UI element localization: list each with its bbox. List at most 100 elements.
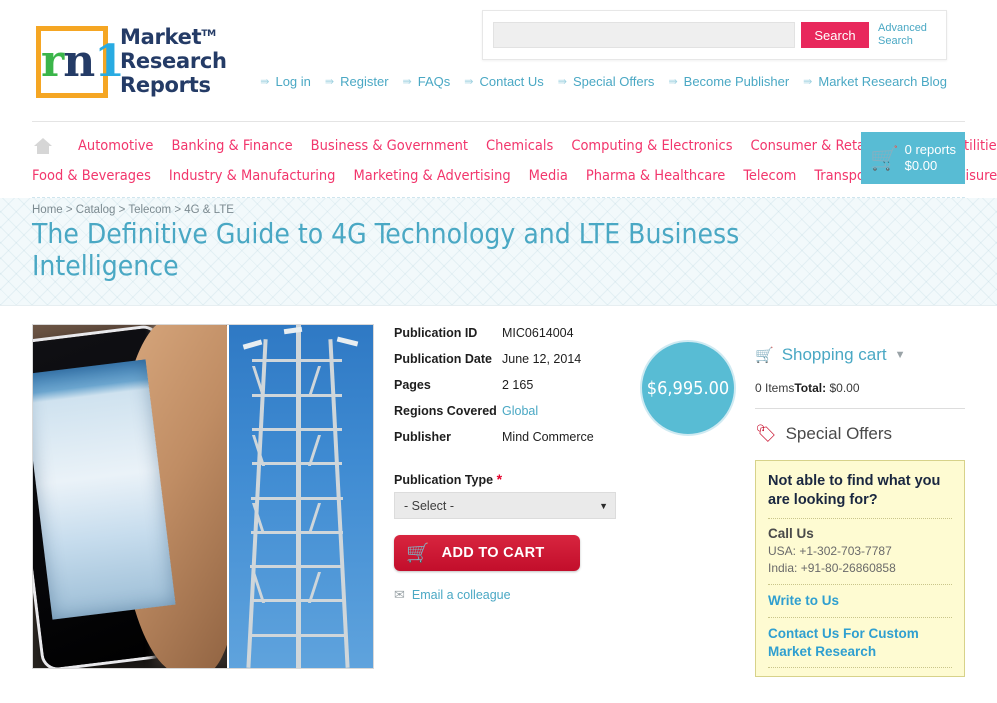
price-value: $6,995.00 xyxy=(646,377,730,399)
advanced-search-link[interactable]: Advanced Search xyxy=(878,22,936,47)
cart-total-value: $0.00 xyxy=(829,381,860,395)
page-root: rn1 MarketTM Research Reports Search Adv… xyxy=(0,0,997,703)
spec-value: MIC0614004 xyxy=(502,326,574,340)
home-icon[interactable] xyxy=(32,136,54,156)
table-row: Publication ID MIC0614004 xyxy=(394,326,629,352)
nav-item-automotive[interactable]: Automotive xyxy=(78,138,153,154)
publication-type-select[interactable]: - Select - ▼ xyxy=(394,492,616,520)
custom-research-link[interactable]: Contact Us For Custom Market Research xyxy=(768,625,952,660)
search-input[interactable] xyxy=(493,22,795,48)
arrow-icon: ⇛ xyxy=(402,76,412,88)
toplink-become-publisher[interactable]: ⇛ Become Publisher xyxy=(668,74,789,89)
toplink-special-offers[interactable]: ⇛ Special Offers xyxy=(558,74,655,89)
special-offers-header[interactable]: 🏷 Special Offers xyxy=(755,424,965,444)
smartphone-photo xyxy=(33,325,227,668)
toplink-label: Become Publisher xyxy=(683,74,790,89)
nav-item-business-government[interactable]: Business & Government xyxy=(311,138,468,154)
table-row: Publication Date June 12, 2014 xyxy=(394,352,629,378)
site-logo[interactable]: rn1 MarketTM Research Reports xyxy=(36,26,227,98)
cart-items-count: 0 Items xyxy=(755,381,795,395)
toplink-label: Market Research Blog xyxy=(818,74,947,89)
nav-item-computing-electronics[interactable]: Computing & Electronics xyxy=(571,138,732,154)
spec-value: June 12, 2014 xyxy=(502,351,582,366)
logo-line-1: Market xyxy=(120,25,202,50)
cart-summary: 0 ItemsTotal: $0.00 xyxy=(755,381,965,409)
help-box-title: Not able to find what you are looking fo… xyxy=(768,472,952,519)
write-to-us-section: Write to Us xyxy=(768,585,952,619)
table-row: Regions Covered Global xyxy=(394,404,629,430)
envelope-icon: ✉ xyxy=(394,587,405,603)
logo-trademark-icon: TM xyxy=(201,29,216,40)
toplink-contact-us[interactable]: ⇛ Contact Us xyxy=(464,74,544,89)
write-to-us-link[interactable]: Write to Us xyxy=(768,592,952,610)
publication-type-label-text: Publication Type xyxy=(394,473,494,488)
page-title: The Definitive Guide to 4G Technology an… xyxy=(32,217,740,283)
header-cart-text: 0 reports $0.00 xyxy=(905,142,956,175)
spec-key: Pages xyxy=(394,377,431,392)
shopping-cart-icon: 🛒 xyxy=(755,347,774,364)
toplink-label: Log in xyxy=(275,74,311,89)
toplink-market-research-blog[interactable]: ⇛ Market Research Blog xyxy=(803,74,947,89)
product-details-column: Publication ID MIC0614004 Publication Da… xyxy=(374,324,629,669)
india-phone: India: +91-80-26860858 xyxy=(768,561,896,576)
spec-key: Publication Date xyxy=(394,351,492,366)
regions-covered-link[interactable]: Global xyxy=(502,404,538,418)
top-links: ⇛ Log in ⇛ Register ⇛ FAQs ⇛ Contact Us … xyxy=(260,74,947,89)
header-cart-count: 0 reports xyxy=(904,141,956,157)
search-button[interactable]: Search xyxy=(801,22,869,48)
toplink-faqs[interactable]: ⇛ FAQs xyxy=(403,74,451,89)
nav-item-marketing-advertising[interactable]: Marketing & Advertising xyxy=(353,168,510,184)
nav-item-chemicals[interactable]: Chemicals xyxy=(486,138,553,154)
spec-value-link: Global xyxy=(502,404,629,430)
product-image-column xyxy=(32,324,374,669)
arrow-icon: ⇛ xyxy=(260,76,270,88)
add-to-cart-button[interactable]: 🛒 ADD TO CART xyxy=(394,535,580,572)
chevron-down-icon[interactable]: ▼ xyxy=(895,349,906,361)
table-row: Publisher Mind Commerce xyxy=(394,430,629,456)
help-box: Not able to find what you are looking fo… xyxy=(755,460,965,678)
shopping-cart-title: Shopping cart xyxy=(781,345,887,364)
arrow-icon: ⇛ xyxy=(668,76,678,88)
logo-letter-m: rn1 xyxy=(41,36,125,87)
nav-item-industry-manufacturing[interactable]: Industry & Manufacturing xyxy=(169,168,336,184)
tower-structure-icon xyxy=(240,325,361,668)
shopping-cart-icon: 🛒 xyxy=(870,144,899,171)
site-header: rn1 MarketTM Research Reports Search Adv… xyxy=(32,0,965,122)
header-cart-widget[interactable]: 🛒 0 reports $0.00 xyxy=(861,132,965,184)
nav-item-food-beverages[interactable]: Food & Beverages xyxy=(32,168,151,184)
arrow-icon: ⇛ xyxy=(324,76,335,88)
nav-item-consumer-retail[interactable]: Consumer & Retail xyxy=(751,138,873,154)
shopping-cart-header[interactable]: 🛒 Shopping cart ▼ xyxy=(755,345,965,365)
toplink-label: Contact Us xyxy=(479,74,544,89)
cart-total-label: Total: xyxy=(794,381,827,395)
nav-item-media[interactable]: Media xyxy=(529,168,568,184)
custom-research-section: Contact Us For Custom Market Research xyxy=(768,618,952,669)
logo-line-2: Research xyxy=(120,49,227,74)
header-cart-total: $0.00 xyxy=(904,158,938,173)
toplink-log-in[interactable]: ⇛ Log in xyxy=(260,74,311,89)
logo-line-3: Reports xyxy=(120,72,211,97)
breadcrumb[interactable]: Home > Catalog > Telecom > 4G & LTE xyxy=(32,204,965,216)
add-to-cart-label: ADD TO CART xyxy=(441,545,545,562)
cell-tower-photo xyxy=(226,325,373,668)
basket-icon: 🛒 xyxy=(406,542,430,564)
nav-item-banking-finance[interactable]: Banking & Finance xyxy=(171,138,292,154)
spec-key: Regions Covered xyxy=(394,403,497,418)
arrow-icon: ⇛ xyxy=(557,76,568,88)
toplink-label: Register xyxy=(340,74,389,89)
arrow-icon: ⇛ xyxy=(464,76,474,88)
publication-type-label: Publication Type * xyxy=(394,471,629,487)
call-us-section: Call Us USA: +1-302-703-7787 India: +91-… xyxy=(768,519,952,586)
nav-item-pharma-healthcare[interactable]: Pharma & Healthcare xyxy=(586,168,725,184)
nav-item-telecom[interactable]: Telecom xyxy=(743,168,796,184)
title-banner: Home > Catalog > Telecom > 4G & LTE The … xyxy=(0,198,997,306)
toplink-register[interactable]: ⇛ Register xyxy=(325,74,389,89)
email-colleague-label: Email a colleague xyxy=(411,588,511,603)
call-us-heading: Call Us xyxy=(768,525,814,541)
table-row: Pages 2 165 xyxy=(394,378,629,404)
product-image xyxy=(32,324,374,669)
price-badge: $6,995.00 xyxy=(640,340,736,436)
email-colleague-link[interactable]: ✉ Email a colleague xyxy=(394,587,629,603)
spec-value: Mind Commerce xyxy=(502,429,594,444)
publication-spec-table: Publication ID MIC0614004 Publication Da… xyxy=(394,326,629,455)
